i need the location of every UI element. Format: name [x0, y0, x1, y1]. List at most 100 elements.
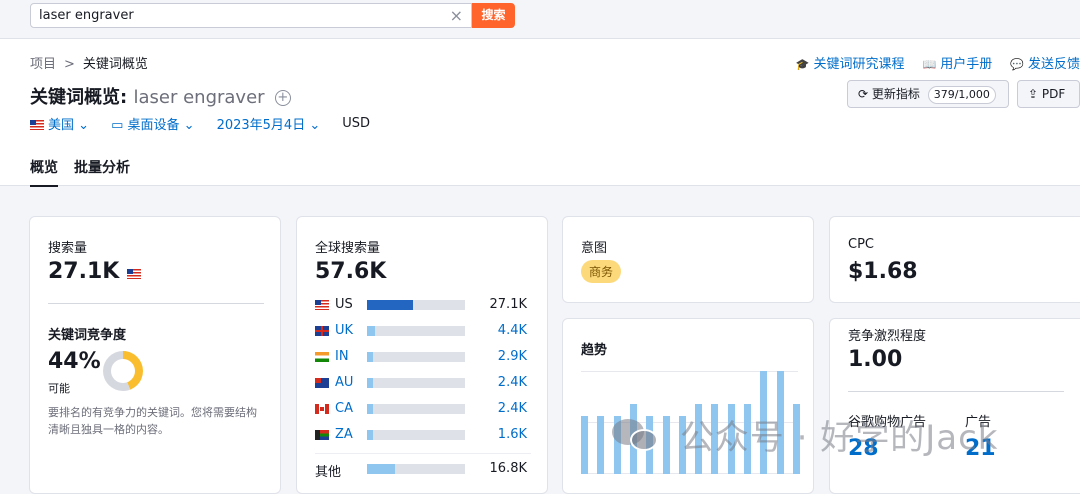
- volume-bar: [367, 378, 465, 388]
- global-volume-label: 全球搜索量: [315, 241, 381, 256]
- date-select[interactable]: 2023年5月4日 ⌄: [217, 114, 321, 133]
- chevron-down-icon: ⌄: [309, 118, 321, 133]
- watermark: 公众号 · 好学的Jack: [612, 410, 998, 459]
- volume-bar-fill: [367, 352, 373, 362]
- intent-badge: 商务: [581, 260, 622, 283]
- global-volume-card: 全球搜索量 57.6K US 27.1K UK 4.4K IN 2.9K AU …: [296, 216, 548, 494]
- message-icon: 💬: [1010, 58, 1024, 71]
- us-flag-icon: [315, 300, 329, 310]
- global-volume-value: 57.6K: [315, 259, 387, 284]
- competition-card: 竞争激烈程度 1.00 谷歌购物广告 28 广告 21: [829, 318, 1080, 494]
- country-select[interactable]: 美国 ⌄: [30, 114, 89, 133]
- volume-value: 27.1K: [48, 259, 120, 284]
- intent-card: 意图 商务: [562, 216, 814, 303]
- kd-level: 可能: [48, 382, 70, 395]
- country-volume: 2.4K: [497, 375, 527, 390]
- update-metrics-button[interactable]: ⟳ 更新指标 379/1,000: [847, 80, 1009, 108]
- country-code: CA: [335, 401, 353, 416]
- country-volume: 4.4K: [497, 323, 527, 338]
- course-link-label: 关键词研究课程: [813, 57, 905, 72]
- pdf-export-button[interactable]: ⇪ PDF: [1017, 80, 1080, 108]
- ca-flag-icon: [315, 404, 329, 414]
- chevron-down-icon: ⌄: [183, 118, 195, 133]
- device-value: 桌面设备: [127, 118, 180, 133]
- watermark-text: 公众号 · 好学的Jack: [679, 418, 999, 458]
- country-row-za[interactable]: ZA 1.6K: [315, 427, 527, 443]
- trend-bar[interactable]: [597, 416, 604, 474]
- breadcrumb-current: 关键词概览: [82, 57, 148, 72]
- volume-bar: [367, 404, 465, 414]
- uk-flag-icon: [315, 326, 329, 336]
- za-flag-icon: [315, 430, 329, 440]
- volume-bar: [367, 300, 465, 310]
- country-row-uk[interactable]: UK 4.4K: [315, 323, 527, 339]
- country-volume: 2.9K: [497, 349, 527, 364]
- us-flag-icon: [30, 120, 44, 130]
- volume-bar-fill: [367, 326, 375, 336]
- search-input-value: laser engraver: [39, 8, 134, 23]
- search-input[interactable]: laser engraver ×: [30, 3, 472, 28]
- breadcrumb-root[interactable]: 项目: [30, 57, 56, 72]
- volume-bar: [367, 352, 465, 362]
- device-select[interactable]: ▭ 桌面设备 ⌄: [111, 114, 195, 133]
- trend-label: 趋势: [581, 343, 608, 358]
- manual-link[interactable]: 📖 用户手册: [923, 53, 993, 72]
- tab-bar: 概览 批量分析: [30, 157, 130, 187]
- book-icon: 📖: [922, 58, 937, 71]
- country-row-ca[interactable]: CA 2.4K: [315, 401, 527, 417]
- feedback-link[interactable]: 💬 发送反馈: [1010, 53, 1080, 72]
- volume-bar-fill: [367, 378, 373, 388]
- divider: [48, 303, 264, 304]
- update-metrics-label: 更新指标: [871, 87, 920, 101]
- kd-value: 44%: [48, 349, 101, 374]
- tab-bulk-analysis[interactable]: 批量分析: [74, 157, 130, 187]
- kd-donut-chart: [103, 351, 143, 391]
- intent-label: 意图: [581, 241, 608, 256]
- tab-overview[interactable]: 概览: [30, 157, 58, 187]
- upload-icon: ⇪: [1028, 87, 1039, 101]
- manual-link-label: 用户手册: [940, 57, 993, 72]
- search-button[interactable]: 搜索: [472, 3, 515, 28]
- country-code: IN: [335, 349, 349, 364]
- country-volume: 16.8K: [489, 461, 527, 476]
- country-code: AU: [335, 375, 354, 390]
- wechat-logo-icon: [612, 415, 668, 455]
- divider: [315, 453, 531, 454]
- course-link[interactable]: 🎓 关键词研究课程: [796, 53, 905, 72]
- breadcrumb-separator: >: [64, 57, 75, 72]
- country-value: 美国: [48, 118, 75, 133]
- graduation-cap-icon: 🎓: [795, 58, 810, 71]
- chevron-down-icon: ⌄: [78, 118, 90, 133]
- country-code: US: [335, 297, 353, 312]
- volume-bar: [367, 464, 465, 474]
- volume-bar-fill: [367, 464, 395, 474]
- volume-label: 搜索量: [48, 241, 88, 256]
- top-search-bar: laser engraver × 搜索: [0, 0, 1080, 38]
- add-icon[interactable]: +: [274, 90, 291, 106]
- in-flag-icon: [315, 352, 329, 362]
- currency-label: USD: [342, 116, 371, 131]
- page-header: 项目 > 关键词概览 🎓 关键词研究课程 📖 用户手册 💬 发送反馈 关键词概览: las…: [0, 38, 1080, 187]
- clear-icon[interactable]: ×: [450, 6, 463, 25]
- country-volume: 1.6K: [497, 427, 527, 442]
- refresh-icon: ⟳: [858, 87, 869, 101]
- country-volume: 27.1K: [489, 297, 527, 312]
- trend-card: 趋势: [562, 318, 814, 494]
- competition-label: 竞争激烈程度: [848, 329, 927, 344]
- cpc-card: CPC $1.68: [829, 216, 1080, 303]
- kd-description: 要排名的有竞争力的关键词。您将需要结构清晰且独具一格的内容。: [48, 406, 257, 436]
- country-code: ZA: [335, 427, 353, 442]
- country-code: UK: [335, 323, 354, 338]
- volume-bar-fill: [367, 300, 413, 310]
- intent-badge-wrap: 商务: [581, 260, 622, 283]
- country-code: 其他: [315, 465, 342, 480]
- feedback-link-label: 发送反馈: [1027, 57, 1080, 72]
- country-row-au[interactable]: AU 2.4K: [315, 375, 527, 391]
- country-row-us: US 27.1K: [315, 297, 527, 313]
- competition-value: 1.00: [848, 347, 903, 372]
- country-row-in[interactable]: IN 2.9K: [315, 349, 527, 365]
- page-title: 关键词概览: laser engraver +: [30, 83, 291, 109]
- trend-bar[interactable]: [581, 416, 588, 474]
- kd-label: 关键词竞争度: [48, 328, 127, 343]
- volume-bar-fill: [367, 430, 373, 440]
